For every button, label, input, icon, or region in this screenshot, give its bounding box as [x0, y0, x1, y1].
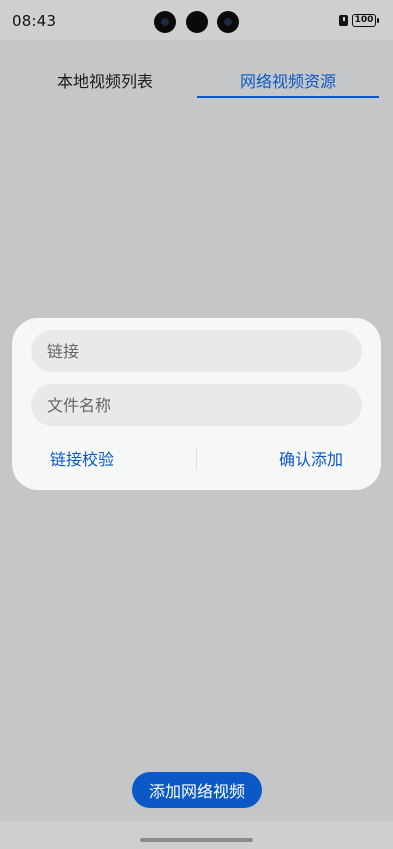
- tab-local-video-list[interactable]: 本地视频列表: [0, 68, 210, 92]
- front-camera-icon: [154, 11, 176, 33]
- status-time: 08:43: [12, 12, 57, 30]
- link-input[interactable]: [31, 330, 362, 372]
- confirm-add-button[interactable]: 确认添加: [279, 446, 343, 470]
- camera-cutout: [154, 11, 240, 33]
- add-network-video-button[interactable]: 添加网络视频: [132, 772, 262, 808]
- tab-bar: 本地视频列表 网络视频资源: [0, 40, 393, 100]
- front-camera-icon: [217, 11, 239, 33]
- tab-network-video-resources[interactable]: 网络视频资源: [197, 68, 379, 92]
- active-tab-indicator: [197, 96, 379, 98]
- front-camera-icon: [186, 11, 208, 33]
- navigation-bar: [0, 821, 393, 849]
- alert-icon: [339, 15, 348, 26]
- home-indicator[interactable]: [140, 838, 253, 842]
- add-network-video-dialog: 链接校验 确认添加: [12, 318, 381, 490]
- file-name-input[interactable]: [31, 384, 362, 426]
- battery-icon: 100: [352, 14, 379, 27]
- status-bar: 08:43 100: [0, 0, 393, 40]
- verify-link-button[interactable]: 链接校验: [50, 446, 114, 470]
- dialog-button-divider: [196, 448, 197, 470]
